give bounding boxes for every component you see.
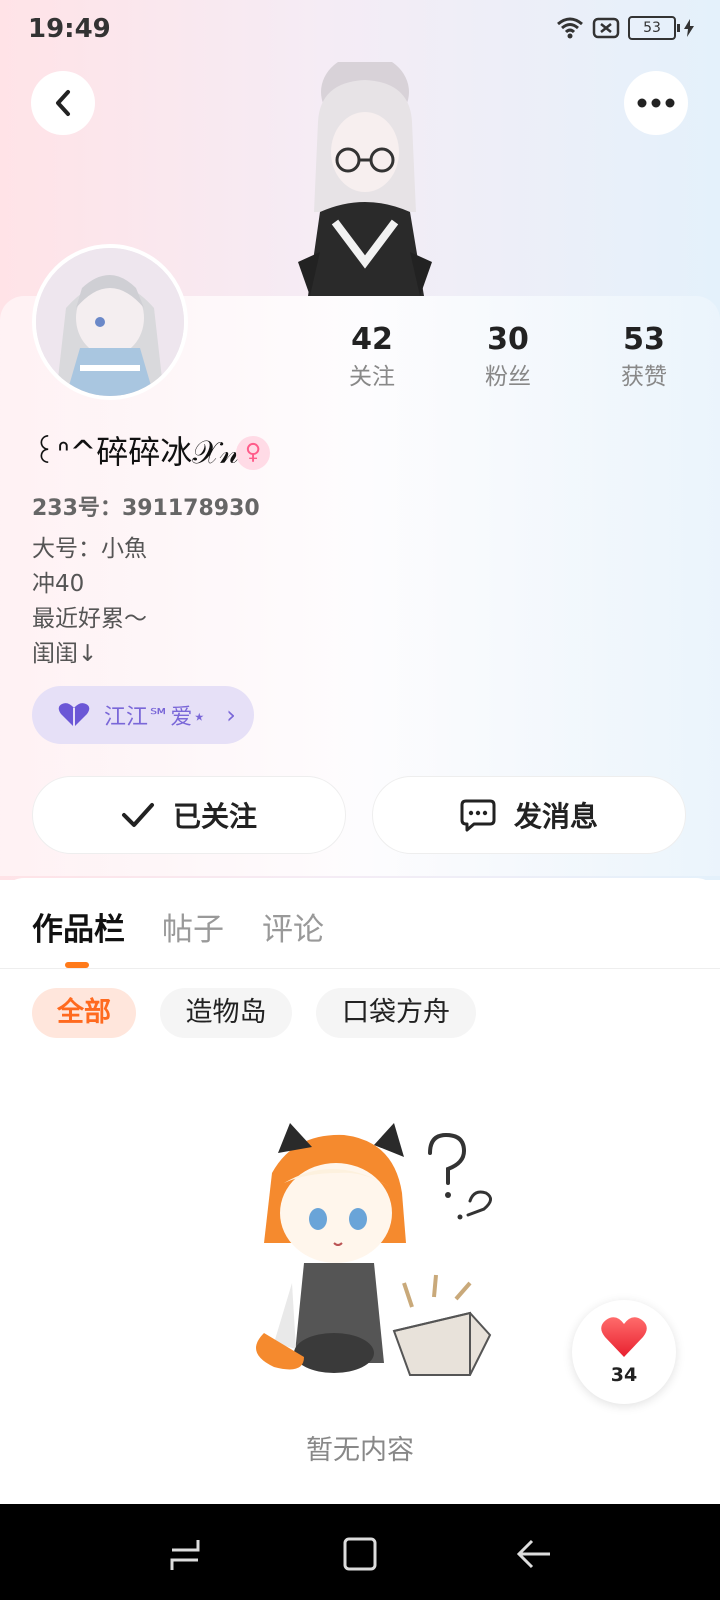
battery-indicator: 53 [628, 16, 680, 40]
back-nav-icon[interactable] [516, 1538, 552, 1570]
more-dots-icon [637, 98, 675, 108]
status-icons: 53 [556, 16, 694, 40]
chat-bubble-icon [460, 799, 496, 832]
tab-posts[interactable]: 帖子 [162, 904, 224, 949]
filter-pocket-ark[interactable]: 口袋方舟 [316, 988, 476, 1038]
like-count: 34 [610, 1364, 638, 1386]
status-time: 19:49 [28, 14, 111, 44]
filter-all[interactable]: 全部 [32, 988, 136, 1038]
more-button[interactable] [624, 71, 688, 135]
stat-likes[interactable]: 53 获赞 [584, 320, 704, 394]
stats-row: 42 关注 30 粉丝 53 获赞 [0, 320, 720, 400]
stat-followers[interactable]: 30 粉丝 [448, 320, 568, 394]
follow-button-label: 已关注 [172, 800, 257, 833]
female-icon: ♀ [236, 436, 270, 470]
bio-line: 冲40 [32, 571, 85, 597]
active-tab-indicator [65, 962, 89, 968]
nickname: ꒰ᐢ^碎碎冰𝒳𝓃. [32, 433, 250, 471]
status-bar: 19:49 53 [0, 0, 720, 60]
chevron-right-icon: › [226, 701, 236, 729]
tab-bar: 作品栏 帖子 评论 [0, 878, 720, 969]
message-button[interactable]: 发消息 [372, 776, 686, 854]
wifi-icon [557, 17, 583, 39]
recent-apps-icon[interactable] [168, 1538, 202, 1572]
tab-comments[interactable]: 评论 [262, 904, 324, 949]
system-navigation-bar [0, 1504, 720, 1600]
back-button[interactable] [31, 71, 95, 135]
home-icon[interactable] [342, 1536, 378, 1572]
stat-likes-label: 获赞 [621, 364, 667, 390]
relationship-chip-label: 江江℠爱⋆ [104, 705, 207, 730]
chevron-left-icon [56, 90, 70, 116]
heart-icon [601, 1317, 647, 1357]
stat-likes-value: 53 [623, 322, 665, 357]
stat-following-label: 关注 [349, 364, 395, 390]
user-id-label: 233号： [32, 496, 122, 521]
tab-works[interactable]: 作品栏 [32, 904, 125, 949]
relationship-chip[interactable]: 江江℠爱⋆ › [32, 686, 254, 744]
stat-followers-label: 粉丝 [485, 364, 531, 390]
check-icon [121, 803, 154, 827]
filter-creation-island[interactable]: 造物岛 [160, 988, 292, 1038]
stat-following-value: 42 [351, 322, 393, 357]
empty-state-text: 暂无内容 [306, 1435, 414, 1466]
banner-character-image [298, 62, 432, 296]
content-section: 作品栏 帖子 评论 全部 造物岛 口袋方舟 暂无内容 [0, 878, 720, 1504]
stat-followers-value: 30 [487, 322, 529, 357]
bio-line: 闺闺↓ [32, 641, 98, 667]
heart-icon [58, 703, 90, 727]
user-id[interactable]: 233号：391178930 [32, 490, 260, 522]
follow-button[interactable]: 已关注 [32, 776, 346, 854]
bio: 大号：小魚 冲40 最近好累～ 闺闺↓ [32, 532, 147, 672]
empty-state-illustration [256, 1123, 492, 1376]
like-button[interactable]: 34 [572, 1300, 676, 1404]
bio-line: 大号：小魚 [32, 536, 147, 562]
bio-line: 最近好累～ [32, 606, 147, 632]
message-button-label: 发消息 [513, 800, 598, 833]
charging-icon [684, 19, 694, 37]
user-id-value: 391178930 [121, 496, 260, 521]
stat-following[interactable]: 42 关注 [312, 320, 432, 394]
sim-off-icon [592, 17, 620, 39]
